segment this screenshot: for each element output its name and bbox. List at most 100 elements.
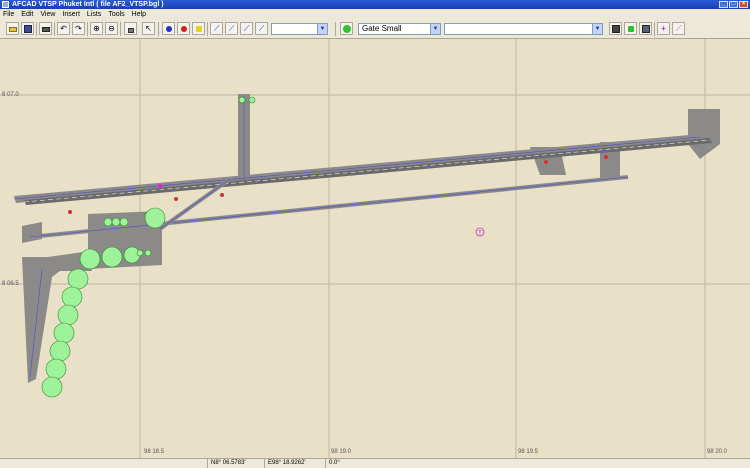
draw-parking-link-button[interactable]: ⟋ <box>255 22 268 35</box>
add-yellow-node-button[interactable] <box>192 22 205 35</box>
parking-spot[interactable] <box>49 340 71 362</box>
parking-spot[interactable] <box>248 96 256 104</box>
parking-spot[interactable] <box>61 286 83 308</box>
chevron-down-icon[interactable]: ▼ <box>317 24 327 34</box>
path-type-combo[interactable]: ▼ <box>271 23 328 35</box>
red-node-icon <box>181 26 187 32</box>
taxiway-line-icon: ⟋ <box>228 24 235 33</box>
menu-view[interactable]: View <box>40 11 55 18</box>
parking-spot[interactable] <box>101 246 123 268</box>
path-line-icon: ⟋ <box>213 24 220 33</box>
parking-spot[interactable] <box>144 249 152 257</box>
parking-spot[interactable] <box>53 322 75 344</box>
background-icon <box>642 25 650 33</box>
toolbar-separator <box>54 22 55 36</box>
apron-west-pavement <box>22 222 42 243</box>
redo-button[interactable]: ↷ <box>72 22 85 35</box>
menu-tools[interactable]: Tools <box>108 11 124 18</box>
longitude-label: 98 18.5 <box>144 449 165 455</box>
show-grid-button[interactable] <box>609 22 622 35</box>
zoom-out-button[interactable]: ⊖ <box>105 22 118 35</box>
menu-lists[interactable]: Lists <box>87 11 101 18</box>
menu-edit[interactable]: Edit <box>21 11 33 18</box>
runway-start-node[interactable] <box>158 184 162 188</box>
parking-spot[interactable] <box>45 358 67 380</box>
minimize-button[interactable]: _ <box>719 1 728 8</box>
status-message <box>0 459 207 468</box>
title-bar: AFCAD VTSP Phuket Intl ( file AF2_VTSP.b… <box>0 0 750 9</box>
zoom-out-icon: ⊖ <box>108 24 115 33</box>
tower-icon-label: T <box>478 231 482 237</box>
close-button[interactable]: × <box>739 1 748 8</box>
parking-type-value: Gate Small <box>362 24 402 33</box>
status-heading: 0.0° <box>325 459 750 468</box>
toolbar-separator <box>158 22 159 36</box>
undo-button[interactable]: ↶ <box>57 22 70 35</box>
add-blue-node-button[interactable] <box>162 22 175 35</box>
parking-type-combo[interactable]: Gate Small ▼ <box>358 23 441 35</box>
print-button[interactable] <box>39 22 52 35</box>
toolbar-separator <box>36 22 37 36</box>
hold-short-node[interactable] <box>174 197 178 201</box>
airport-layout-canvas[interactable]: T <box>0 39 750 458</box>
draw-taxiway-button[interactable]: ⟋ <box>225 22 238 35</box>
add-start-button[interactable]: + <box>657 22 670 35</box>
zoom-in-button[interactable]: ⊕ <box>90 22 103 35</box>
parking-spot[interactable] <box>79 248 101 270</box>
menu-file[interactable]: File <box>3 11 14 18</box>
longitude-label: 98 19.0 <box>331 449 352 455</box>
chevron-down-icon[interactable]: ▼ <box>592 24 602 34</box>
blue-node-icon <box>166 26 172 32</box>
parking-spot[interactable] <box>238 96 246 104</box>
save-button[interactable] <box>21 22 34 35</box>
parking-spot[interactable] <box>41 376 63 398</box>
parking-spot[interactable] <box>67 268 89 290</box>
draw-runway-link-button[interactable]: ⟋ <box>240 22 253 35</box>
draw-path-button[interactable]: ⟋ <box>210 22 223 35</box>
select-pointer-button[interactable]: ↖ <box>142 22 155 35</box>
longitude-label: 98 19.5 <box>518 449 539 455</box>
afcad-app-icon <box>2 1 9 8</box>
window-controls: _ □ × <box>719 1 748 8</box>
chevron-down-icon[interactable]: ▼ <box>430 24 440 34</box>
folder-icon <box>9 27 17 32</box>
runway-end-turnpad <box>688 109 720 159</box>
printer-icon <box>42 27 50 32</box>
menu-help[interactable]: Help <box>132 11 146 18</box>
runway-line-icon: ⟋ <box>243 24 250 33</box>
undo-arrow-icon: ↶ <box>60 24 67 33</box>
add-parking-button[interactable] <box>340 22 353 35</box>
hold-short-node[interactable] <box>68 210 72 214</box>
parking-name-combo[interactable]: ▼ <box>444 23 603 35</box>
show-background-button[interactable] <box>639 22 652 35</box>
status-bar: N8° 06.5783' E98° 18.9262' 0.0° <box>0 458 750 468</box>
airport-map-view[interactable]: T 8 07.0 8 06.5 98 18.5 98 19.0 98 19.5 … <box>0 39 750 458</box>
window-title: AFCAD VTSP Phuket Intl ( file AF2_VTSP.b… <box>12 1 164 8</box>
hold-short-node[interactable] <box>544 160 548 164</box>
parking-line-icon: ⟋ <box>258 24 265 33</box>
parking-spot-icon <box>343 25 351 33</box>
parking-spot[interactable] <box>111 217 121 227</box>
taxiway-link-line <box>13 136 701 200</box>
hold-short-node[interactable] <box>604 155 608 159</box>
toolbar-separator <box>654 22 655 36</box>
open-folder-button[interactable] <box>6 22 19 35</box>
parking-spot[interactable] <box>144 207 166 229</box>
parking-spot[interactable] <box>103 217 113 227</box>
menu-bar: File Edit View Insert Lists Tools Help <box>0 9 750 19</box>
menu-insert[interactable]: Insert <box>62 11 80 18</box>
longitude-label: 98 20.0 <box>707 449 728 455</box>
hold-short-node[interactable] <box>220 193 224 197</box>
lock-button[interactable] <box>124 22 137 35</box>
parking-spot[interactable] <box>119 217 129 227</box>
toolbar-separator <box>207 22 208 36</box>
show-nodes-button[interactable] <box>624 22 637 35</box>
add-red-node-button[interactable] <box>177 22 190 35</box>
parking-spot[interactable] <box>57 304 79 326</box>
add-link-button[interactable]: ⟋ <box>672 22 685 35</box>
lock-icon <box>128 28 134 33</box>
toolbar-separator <box>335 22 336 36</box>
parking-spot[interactable] <box>136 249 144 257</box>
latitude-label: 8 07.0 <box>2 92 19 98</box>
maximize-button[interactable]: □ <box>729 1 738 8</box>
